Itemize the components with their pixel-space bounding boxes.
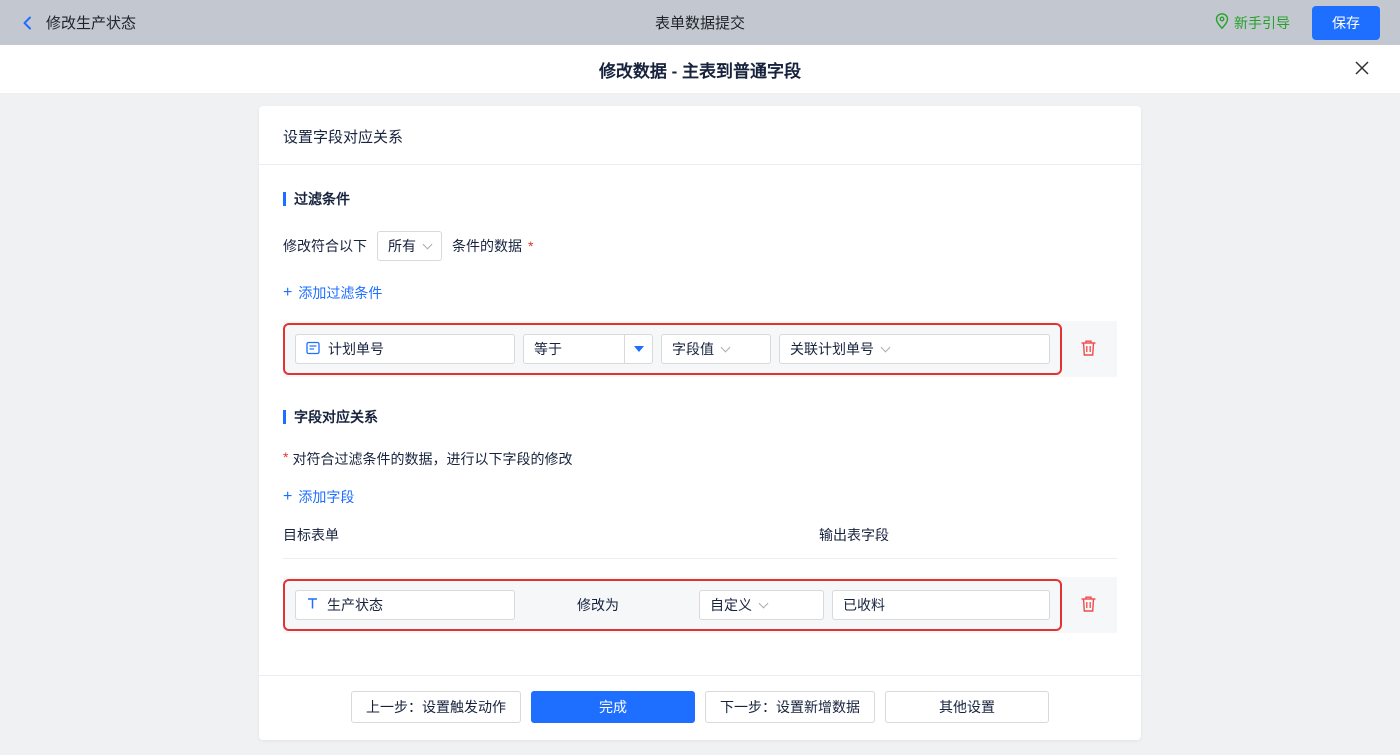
add-filter-condition-label: 添加过滤条件 <box>298 285 383 301</box>
target-field-value: 生产状态 <box>327 597 383 613</box>
guide-label: 新手引导 <box>1234 14 1290 31</box>
compare-value: 关联计划单号 <box>790 341 874 357</box>
back-chevron-icon <box>20 15 36 31</box>
page-title: 表单数据提交 <box>654 15 746 32</box>
filter-field-select[interactable]: 计划单号 <box>295 334 515 364</box>
panel-header: 设置字段对应关系 <box>259 106 1141 165</box>
trash-icon <box>1080 340 1097 360</box>
topbar-actions: 新手引导 保存 <box>1215 5 1380 40</box>
panel-footer: 上一步：设置触发动作 完成 下一步：设置新增数据 其他设置 <box>259 675 1141 740</box>
section-bar-icon <box>283 192 286 206</box>
map-pin-icon <box>1215 13 1229 32</box>
value-type-value: 字段值 <box>672 341 714 357</box>
operator-value: 等于 <box>534 341 562 357</box>
prev-step-button[interactable]: 上一步：设置触发动作 <box>351 691 521 723</box>
dialog-header: 修改数据 - 主表到普通字段 <box>0 45 1400 94</box>
custom-value-input[interactable] <box>832 590 1050 620</box>
value-mode-select[interactable]: 自定义 <box>699 590 824 620</box>
section-bar-icon <box>283 410 286 424</box>
mapping-section-title: 字段对应关系 <box>283 407 1117 427</box>
back-button[interactable]: 修改生产状态 <box>20 12 136 33</box>
settings-panel: 设置字段对应关系 过滤条件 修改符合以下 所有 条件的数据 * + 添加过滤条件 <box>259 106 1141 740</box>
dialog-title: 修改数据 - 主表到普通字段 <box>598 61 802 81</box>
target-form-column-label: 目标表单 <box>283 527 339 543</box>
text-field-icon <box>306 597 319 613</box>
other-settings-button[interactable]: 其他设置 <box>885 691 1049 723</box>
highlight-box-mapping: 生产状态 修改为 自定义 <box>283 579 1062 631</box>
delete-filter-row-button[interactable] <box>1076 335 1101 364</box>
caret-down-icon <box>633 346 644 352</box>
operator-caret-button[interactable] <box>624 335 652 363</box>
close-button[interactable] <box>1350 57 1374 81</box>
modify-to-label: 修改为 <box>577 597 619 613</box>
plus-icon: + <box>283 488 293 505</box>
flow-name: 修改生产状态 <box>46 15 137 32</box>
match-mode-value: 所有 <box>388 238 416 254</box>
required-asterisk: * <box>283 449 289 465</box>
condition-prefix: 修改符合以下 <box>283 238 367 254</box>
mapping-row: 生产状态 修改为 自定义 <box>283 577 1117 633</box>
condition-sentence: 修改符合以下 所有 条件的数据 * <box>283 231 1117 261</box>
chevron-down-icon <box>758 598 769 608</box>
add-field-label: 添加字段 <box>298 489 355 505</box>
guide-button[interactable]: 新手引导 <box>1215 13 1290 33</box>
done-button[interactable]: 完成 <box>531 691 695 723</box>
value-mode-value: 自定义 <box>710 597 752 613</box>
filter-condition-row: 计划单号 等于 字段值 关联计划单号 <box>283 321 1117 377</box>
add-field-link[interactable]: + 添加字段 <box>283 487 354 507</box>
top-bar: 修改生产状态 表单数据提交 新手引导 保存 <box>0 0 1400 45</box>
save-button[interactable]: 保存 <box>1312 5 1380 40</box>
chevron-down-icon <box>720 342 731 352</box>
add-filter-condition-link[interactable]: + 添加过滤条件 <box>283 283 382 303</box>
highlight-box-filter: 计划单号 等于 字段值 关联计划单号 <box>283 323 1062 375</box>
close-icon <box>1354 60 1370 79</box>
chevron-down-icon <box>880 342 891 352</box>
chevron-down-icon <box>422 239 433 249</box>
next-step-button[interactable]: 下一步：设置新增数据 <box>705 691 875 723</box>
value-type-select[interactable]: 字段值 <box>661 334 771 364</box>
filter-section-title: 过滤条件 <box>283 189 1117 209</box>
mapping-column-headers: 目标表单 输出表字段 <box>283 525 1117 559</box>
plus-icon: + <box>283 284 293 301</box>
filter-section-label: 过滤条件 <box>294 191 350 207</box>
form-field-icon <box>306 341 320 358</box>
trash-icon <box>1080 596 1097 616</box>
operator-select[interactable]: 等于 <box>523 334 653 364</box>
mapping-section-label: 字段对应关系 <box>294 409 378 425</box>
compare-value-select[interactable]: 关联计划单号 <box>779 334 1050 364</box>
panel-body: 过滤条件 修改符合以下 所有 条件的数据 * + 添加过滤条件 计划单号 等于 … <box>259 165 1141 675</box>
filter-field-value: 计划单号 <box>328 341 384 357</box>
output-field-column-label: 输出表字段 <box>819 527 889 543</box>
mapping-hint-line: * 对符合过滤条件的数据，进行以下字段的修改 <box>283 449 1117 469</box>
delete-mapping-row-button[interactable] <box>1076 591 1101 620</box>
match-mode-select[interactable]: 所有 <box>377 231 442 261</box>
required-asterisk: * <box>528 238 534 254</box>
target-field-select[interactable]: 生产状态 <box>295 590 515 620</box>
condition-suffix: 条件的数据 <box>452 238 522 254</box>
mapping-hint: 对符合过滤条件的数据，进行以下字段的修改 <box>292 451 573 467</box>
